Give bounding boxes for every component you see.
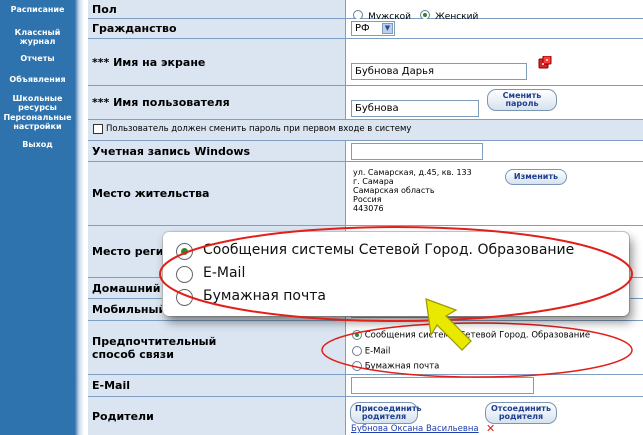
email-input[interactable] — [351, 377, 534, 394]
citizenship-select[interactable]: РФ ▼ — [351, 21, 395, 36]
parents-row: Родители Присоединить родителя Отсоедини… — [88, 397, 643, 435]
parents-label: Родители — [88, 397, 346, 435]
contact-option-system-label: Сообщения системы Сетевой Город. Образов… — [364, 330, 591, 341]
email-row: E-Mail — [88, 375, 643, 397]
attach-parent-button[interactable]: Присоединить родителя — [350, 402, 422, 424]
must-change-password-row: Пользователь должен сменить пароль при п… — [88, 120, 643, 141]
sidebar-item-personal-settings[interactable]: Персональные настройки — [0, 113, 75, 131]
parent-name-link[interactable]: Бубнова Оксана Васильевна — [351, 424, 479, 434]
contact-option-system[interactable]: Сообщения системы Сетевой Город. Образов… — [352, 330, 590, 341]
windows-account-value — [347, 141, 643, 161]
windows-account-row: Учетная запись Windows — [88, 141, 643, 162]
zoom-option-email-radio — [176, 266, 193, 283]
sidebar-item-exit[interactable]: Выход — [0, 140, 75, 149]
chevron-down-icon[interactable]: ▼ — [382, 23, 393, 34]
must-change-password-checkbox[interactable] — [93, 124, 103, 134]
sidebar-item-announcements[interactable]: Объявления — [0, 75, 75, 84]
address-street: ул. Самарская, д.45, кв. 133 — [353, 168, 472, 177]
zoom-option-email-label: E-Mail — [203, 265, 246, 281]
citizenship-row: Гражданство РФ ▼ — [88, 19, 643, 39]
windows-account-label: Учетная запись Windows — [88, 141, 346, 161]
address-city: г. Самара — [353, 177, 394, 186]
residence-address: ул. Самарская, д.45, кв. 133 г. Самара С… — [353, 168, 472, 213]
zoom-option-paper-radio — [176, 289, 193, 306]
contact-method-row: Предпочтительный способ связи Сообщения … — [88, 321, 643, 375]
address-region: Самарская область — [353, 186, 435, 195]
citizenship-label: Гражданство — [88, 19, 346, 38]
screen-name-row: *** Имя на экране Бубнова Дарья — [88, 39, 643, 86]
contact-option-paper-label: Бумажная почта — [364, 361, 440, 372]
gender-row: Пол Мужской Женский — [88, 0, 643, 22]
sidebar-item-reports[interactable]: Отчеты — [0, 54, 75, 63]
username-value: Бубнова Сменить пароль — [347, 86, 643, 119]
screen-name-input[interactable]: Бубнова Дарья — [351, 63, 527, 80]
contact-option-system-radio[interactable] — [352, 330, 362, 340]
zoom-option-paper-label: Бумажная почта — [203, 288, 326, 304]
contact-option-email-radio[interactable] — [352, 346, 362, 356]
address-postcode: 443076 — [353, 204, 384, 213]
username-label: *** Имя пользователя — [88, 86, 346, 119]
screen-name-label: *** Имя на экране — [88, 39, 346, 85]
citizenship-selected: РФ — [355, 23, 370, 34]
address-country: Россия — [353, 195, 382, 204]
contact-method-label: Предпочтительный способ связи — [88, 321, 346, 374]
residence-label: Место жительства — [88, 162, 346, 225]
gender-male-radio[interactable] — [353, 9, 363, 20]
windows-account-input[interactable] — [351, 143, 483, 160]
email-label: E-Mail — [88, 375, 346, 396]
sidebar-item-schedule[interactable]: Расписание — [0, 5, 75, 14]
gender-female-radio[interactable] — [420, 9, 430, 20]
username-input[interactable]: Бубнова — [351, 100, 479, 117]
gender-value: Мужской Женский — [347, 0, 643, 22]
sidebar-item-class-journal[interactable]: Классный журнал — [0, 28, 75, 46]
parents-value: Присоединить родителя Отсоединить родите… — [347, 397, 643, 435]
must-change-password-label: Пользователь должен сменить пароль при п… — [106, 124, 412, 134]
contact-method-value: Сообщения системы Сетевой Город. Образов… — [347, 321, 643, 374]
sidebar: Расписание Классный журнал Отчеты Объявл… — [0, 0, 75, 435]
change-password-button[interactable]: Сменить пароль — [487, 89, 557, 111]
change-address-button[interactable]: Изменить — [505, 169, 567, 185]
sidebar-item-school-resources[interactable]: Школьные ресурсы — [0, 94, 75, 112]
contact-option-email[interactable]: E-Mail — [352, 346, 390, 357]
contact-option-paper-radio[interactable] — [352, 361, 362, 371]
citizenship-value: РФ ▼ — [347, 19, 643, 38]
gender-label: Пол — [88, 0, 346, 18]
email-value — [347, 375, 643, 396]
contact-option-email-label: E-Mail — [364, 346, 391, 357]
sidebar-shadow — [75, 0, 84, 435]
contact-option-paper[interactable]: Бумажная почта — [352, 361, 439, 372]
zoom-option-system-label: Сообщения системы Сетевой Город. Образов… — [203, 242, 575, 258]
residence-row: Место жительства ул. Самарская, д.45, кв… — [88, 162, 643, 226]
dice-icon[interactable] — [538, 54, 552, 69]
residence-value: ул. Самарская, д.45, кв. 133 г. Самара С… — [347, 162, 643, 225]
username-row: *** Имя пользователя Бубнова Сменить пар… — [88, 86, 643, 120]
zoom-callout: Сообщения системы Сетевой Город. Образов… — [163, 232, 629, 316]
remove-parent-icon[interactable]: ✕ — [486, 422, 495, 435]
zoom-option-system-radio — [176, 243, 193, 260]
screen-name-value: Бубнова Дарья — [347, 39, 643, 85]
detach-parent-button[interactable]: Отсоединить родителя — [485, 402, 557, 424]
